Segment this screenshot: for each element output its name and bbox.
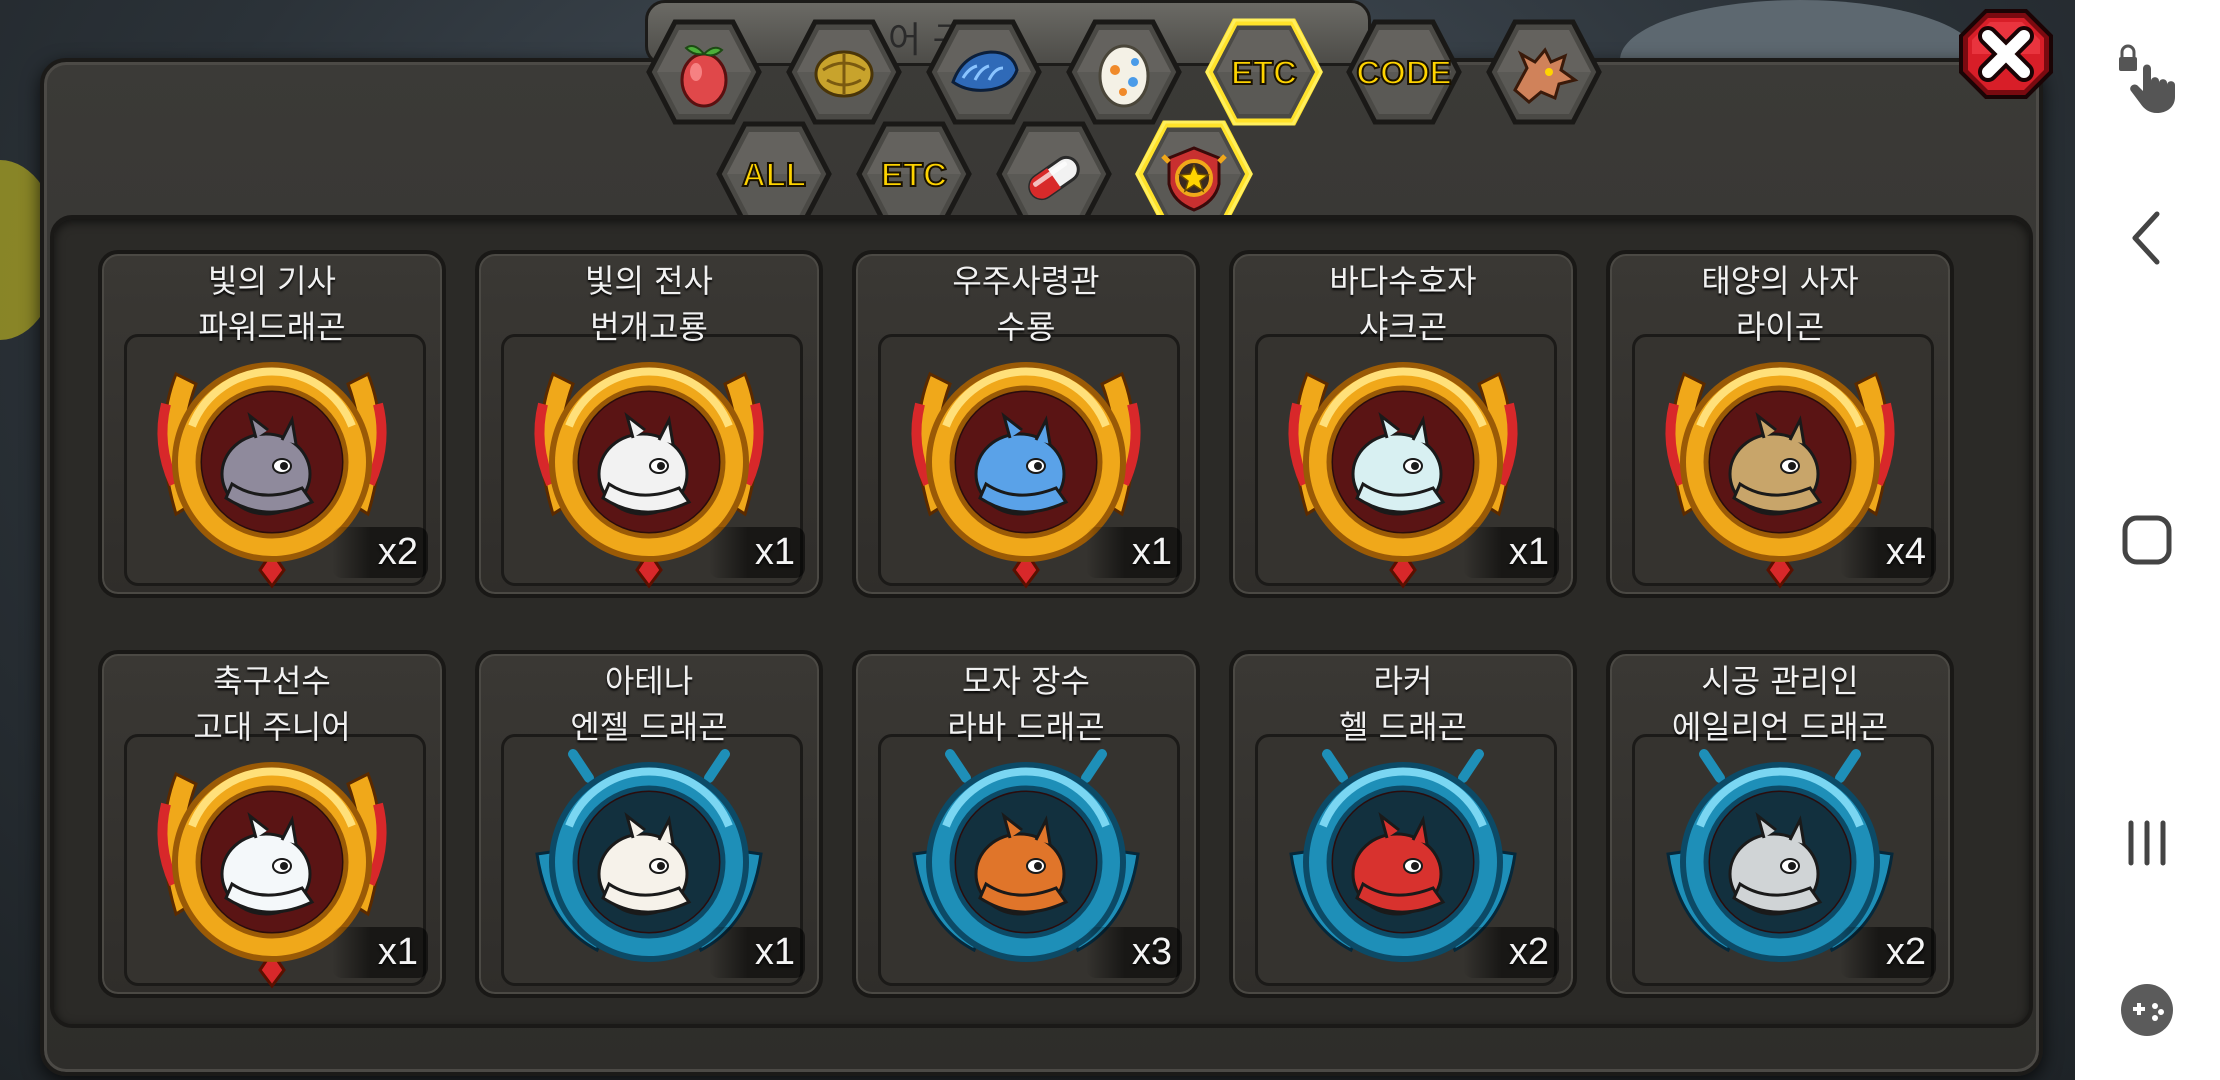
item-count: x1 (1462, 527, 1559, 578)
home-icon (2122, 515, 2172, 565)
item-title: 라커 (1373, 662, 1433, 700)
star-badge-icon (1161, 146, 1227, 212)
item-title: 빛의 전사 (585, 262, 713, 300)
tab-egg[interactable] (1065, 18, 1183, 126)
touch-lock-icon (2119, 44, 2175, 113)
item-title: 시공 관리인 (1701, 662, 1859, 700)
back-button[interactable] (2107, 198, 2187, 278)
item-card[interactable]: 빛의 전사 번개고룡 x1 (475, 250, 823, 598)
back-icon (2132, 211, 2160, 265)
close-button[interactable] (1958, 8, 2054, 100)
item-count: x1 (331, 927, 428, 978)
tab-all-label: ALL (741, 155, 807, 194)
item-count: x2 (331, 527, 428, 578)
item-card[interactable]: 빛의 기사 파워드래곤 x2 (98, 250, 446, 598)
item-card[interactable]: 우주사령관 수룡 x1 (852, 250, 1200, 598)
tab-fruit[interactable] (645, 18, 763, 126)
item-count: x1 (708, 527, 805, 578)
scales-icon (951, 50, 1019, 92)
item-count: x2 (1462, 927, 1559, 978)
recents-button[interactable] (2107, 803, 2187, 883)
item-count: x1 (1085, 527, 1182, 578)
item-count: x2 (1839, 927, 1936, 978)
tab-etc-top-label: ETC (1230, 53, 1298, 92)
item-title: 축구선수 (213, 662, 331, 700)
egg-icon (1098, 44, 1150, 108)
tab-capsule[interactable] (995, 120, 1113, 228)
system-navigation-bar (2075, 0, 2220, 1080)
item-title: 우주사령관 (952, 262, 1100, 300)
tab-all[interactable]: ALL (715, 120, 833, 228)
game-tools-button[interactable] (2107, 970, 2187, 1050)
item-title: 빛의 기사 (208, 262, 336, 300)
item-count: x4 (1839, 527, 1936, 578)
item-card[interactable]: 모자 장수 라바 드래곤 x3 (852, 650, 1200, 998)
item-title: 아테나 (604, 662, 694, 700)
recents-icon (2128, 820, 2166, 866)
fruit-icon (680, 45, 728, 108)
tab-code[interactable]: CODE (1345, 18, 1463, 126)
item-card[interactable]: 바다수호자 샤크곤 x1 (1229, 250, 1577, 598)
nuts-icon (814, 50, 874, 98)
tab-star-badge[interactable] (1135, 120, 1253, 228)
item-card[interactable]: 축구선수 고대 주니어 x1 (98, 650, 446, 998)
item-count: x3 (1085, 927, 1182, 978)
item-card[interactable]: 시공 관리인 에일리언 드래곤 x2 (1606, 650, 1954, 998)
tab-dragon[interactable] (1485, 18, 1603, 126)
dragon-head-icon (1513, 47, 1579, 104)
tab-etc-top[interactable]: ETC (1205, 18, 1323, 126)
close-icon (1959, 9, 2053, 99)
tab-nuts[interactable] (785, 18, 903, 126)
tab-code-label: CODE (1355, 53, 1452, 92)
item-card[interactable]: 라커 헬 드래곤 x2 (1229, 650, 1577, 998)
capsule-icon (1028, 155, 1080, 201)
home-button[interactable] (2107, 500, 2187, 580)
item-title: 태양의 사자 (1701, 262, 1859, 300)
item-count: x1 (708, 927, 805, 978)
item-title: 모자 장수 (962, 662, 1090, 700)
game-tools-icon (2121, 984, 2173, 1036)
tab-etc[interactable]: ETC (855, 120, 973, 228)
item-card[interactable]: 아테나 엔젤 드래곤 x1 (475, 650, 823, 998)
tab-scales[interactable] (925, 18, 1043, 126)
item-card[interactable]: 태양의 사자 라이곤 x4 (1606, 250, 1954, 598)
tab-etc-label: ETC (880, 155, 948, 194)
item-title: 바다수호자 (1329, 262, 1477, 300)
touch-lock-button[interactable] (2107, 35, 2187, 115)
